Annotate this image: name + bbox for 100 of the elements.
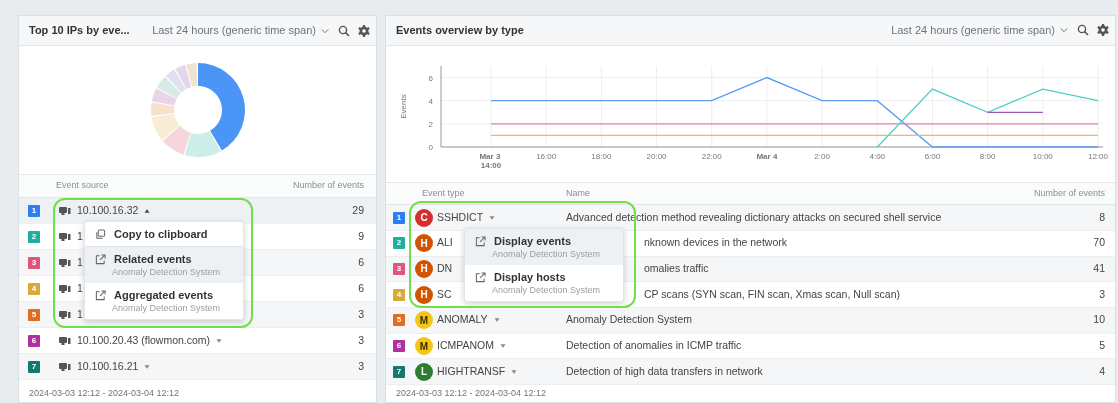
column-header: Number of events: [1033, 186, 1105, 200]
event-type[interactable]: SC: [437, 286, 452, 303]
ip-address[interactable]: 1: [77, 254, 83, 271]
menu-item[interactable]: Display hosts Anomaly Detection System: [465, 265, 623, 301]
search-icon[interactable]: [338, 24, 350, 37]
rank-badge: 6: [393, 340, 405, 352]
rank-badge: 4: [28, 282, 40, 295]
event-type[interactable]: ALI: [437, 235, 453, 252]
axis-tick-label: Mar 3 14:00: [479, 151, 502, 170]
time-span-dropdown[interactable]: Last 24 hours (generic time span): [891, 22, 1069, 39]
column-header: Event type: [422, 186, 466, 200]
ip-address[interactable]: 1: [77, 228, 83, 245]
rank-badge: 6: [28, 334, 40, 347]
axis-tick-label: 10:00: [1032, 151, 1053, 161]
axis-tick-label: 16:00: [536, 151, 557, 161]
axis-tick-label: 4: [428, 96, 433, 106]
computer-icon: [58, 204, 71, 217]
rank-badge: 1: [28, 204, 40, 217]
rank-badge: 4: [393, 288, 405, 301]
severity-badge: M: [415, 337, 433, 355]
event-count: 3: [358, 358, 364, 374]
event-type[interactable]: HIGHTRANSF: [437, 363, 506, 380]
computer-icon: [58, 230, 71, 243]
event-count: 9: [358, 228, 364, 244]
severity-badge: C: [415, 208, 433, 227]
ip-address[interactable]: 1: [77, 280, 83, 297]
ip-address[interactable]: 10.100.16.21: [77, 358, 139, 375]
event-name: CP scans (SYN scan, FIN scan, Xmas scan, Null scan): [644, 286, 900, 302]
menu-item[interactable]: Copy to clipboard: [85, 222, 243, 246]
axis-tick-label: 20:00: [646, 151, 667, 161]
external-link-icon: [95, 253, 106, 265]
event-count: 8: [1099, 209, 1105, 225]
rank-badge: 7: [393, 365, 405, 378]
severity-badge: M: [415, 311, 433, 330]
axis-tick-label: 8:00: [979, 151, 996, 161]
settings-icon[interactable]: [358, 24, 370, 37]
rank-badge: 5: [28, 308, 40, 321]
ip-address[interactable]: 1: [77, 306, 83, 323]
panel-title: Top 10 IPs by eve...: [29, 23, 130, 39]
severity-badge: H: [415, 234, 433, 253]
axis-tick-label: 22:00: [701, 151, 722, 161]
search-icon[interactable]: [1077, 24, 1089, 37]
event-type[interactable]: ANOMALY: [437, 312, 488, 329]
event-name: nknown devices in the network: [644, 235, 787, 251]
axis-tick-label: 12:00: [1088, 151, 1108, 161]
event-name: Detection of anomalies in ICMP traffic: [566, 338, 742, 354]
external-link-icon: [475, 235, 486, 247]
ip-address[interactable]: 10.100.16.32: [77, 202, 139, 219]
axis-tick-label: 0: [428, 142, 433, 152]
date-range: 2024-03-03 12:12 - 2024-03-04 12:12: [28, 387, 181, 400]
severity-badge: L: [415, 362, 433, 381]
event-type[interactable]: DN: [437, 261, 453, 277]
event-count: 5: [1099, 338, 1105, 354]
event-count: 4: [1099, 363, 1105, 379]
menu-item[interactable]: Aggregated events Anomaly Detection System: [85, 283, 243, 319]
copy-icon: [95, 228, 106, 240]
axis-tick-label: 6: [428, 73, 433, 83]
menu-item[interactable]: Display events Anomaly Detection System: [465, 229, 623, 265]
event-type[interactable]: SSHDICT: [437, 209, 484, 226]
date-range: 2024-03-03 12:12 - 2024-03-04 12:12: [395, 387, 548, 400]
event-count: 3: [1099, 286, 1105, 302]
menu-item[interactable]: Related events Anomaly Detection System: [85, 246, 243, 283]
panel-title: Events overview by type: [396, 23, 524, 39]
event-count: 29: [352, 202, 364, 218]
rank-badge: 1: [393, 211, 405, 224]
event-name: omalies traffic: [644, 261, 709, 277]
event-count: 3: [358, 306, 364, 322]
axis-tick-label: 2: [428, 119, 433, 129]
axis-tick-label: 2:00: [814, 151, 830, 161]
rank-badge: 2: [393, 237, 405, 250]
event-count: 6: [358, 254, 364, 270]
rank-badge: 7: [28, 360, 40, 373]
event-count: 41: [1093, 261, 1105, 277]
event-count: 6: [358, 280, 364, 296]
axis-tick-label: 18:00: [591, 151, 612, 161]
computer-icon: [58, 308, 71, 321]
severity-badge: H: [415, 285, 433, 304]
axis-tick-label: 6:00: [924, 151, 941, 161]
rank-badge: 3: [28, 256, 40, 269]
computer-icon: [58, 360, 71, 373]
axis-tick-label: 4:00: [869, 151, 886, 161]
external-link-icon: [475, 271, 486, 283]
event-count: 70: [1093, 235, 1105, 251]
computer-icon: [58, 256, 71, 269]
event-type[interactable]: ICMPANOM: [437, 338, 494, 354]
time-span-dropdown[interactable]: Last 24 hours (generic time span): [152, 22, 330, 39]
external-link-icon: [95, 289, 106, 301]
settings-icon[interactable]: [1097, 24, 1109, 37]
rank-badge: 3: [393, 263, 405, 275]
event-count: 10: [1093, 312, 1105, 328]
column-header: Name: [566, 186, 590, 200]
event-name: Anomaly Detection System: [566, 312, 693, 328]
event-name: Detection of high data transfers in network: [566, 363, 763, 379]
severity-badge: H: [415, 260, 433, 278]
column-header: Number of events: [292, 179, 364, 193]
event-count: 3: [358, 332, 364, 348]
ip-address[interactable]: 10.100.20.43 (flowmon.com): [77, 332, 211, 349]
axis-tick-label: Mar 4: [756, 151, 778, 161]
rank-badge: 5: [393, 314, 405, 327]
computer-icon: [58, 282, 71, 295]
